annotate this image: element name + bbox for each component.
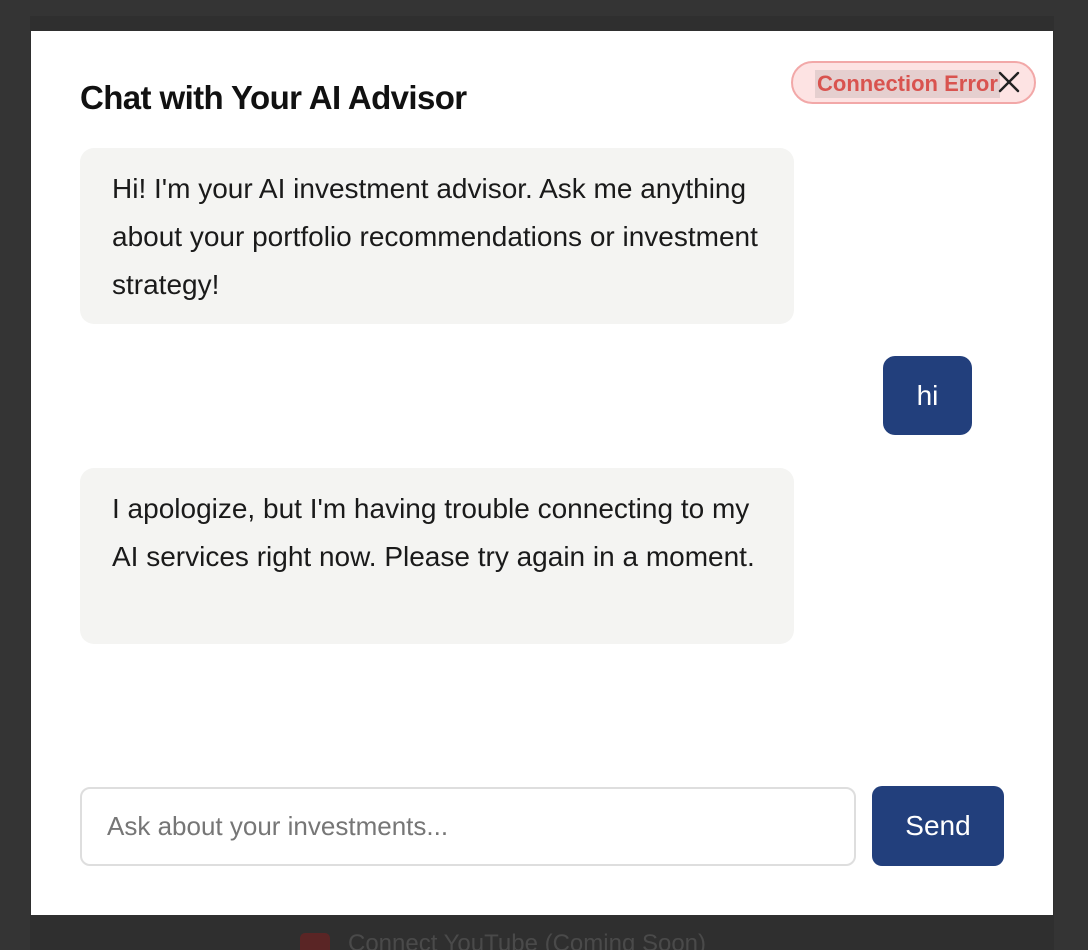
status-badge-text: Connection Error	[815, 70, 1000, 98]
connect-youtube-label: Connect YouTube (Coming Soon)	[348, 930, 707, 950]
assistant-message: Hi! I'm your AI investment advisor. Ask …	[80, 148, 794, 324]
send-button[interactable]: Send	[872, 786, 1004, 866]
close-icon	[998, 71, 1020, 93]
chat-input[interactable]	[80, 787, 856, 866]
page-root: Connect YouTube (Coming Soon) Chat with …	[0, 0, 1088, 950]
connect-youtube-item: Connect YouTube (Coming Soon)	[300, 930, 706, 950]
modal-title: Chat with Your AI Advisor	[80, 79, 467, 116]
close-button[interactable]	[994, 67, 1024, 97]
user-message: hi	[883, 356, 972, 435]
youtube-icon	[300, 933, 330, 950]
chat-modal: Chat with Your AI Advisor Connection Err…	[31, 31, 1053, 915]
assistant-message: I apologize, but I'm having trouble conn…	[80, 468, 794, 644]
